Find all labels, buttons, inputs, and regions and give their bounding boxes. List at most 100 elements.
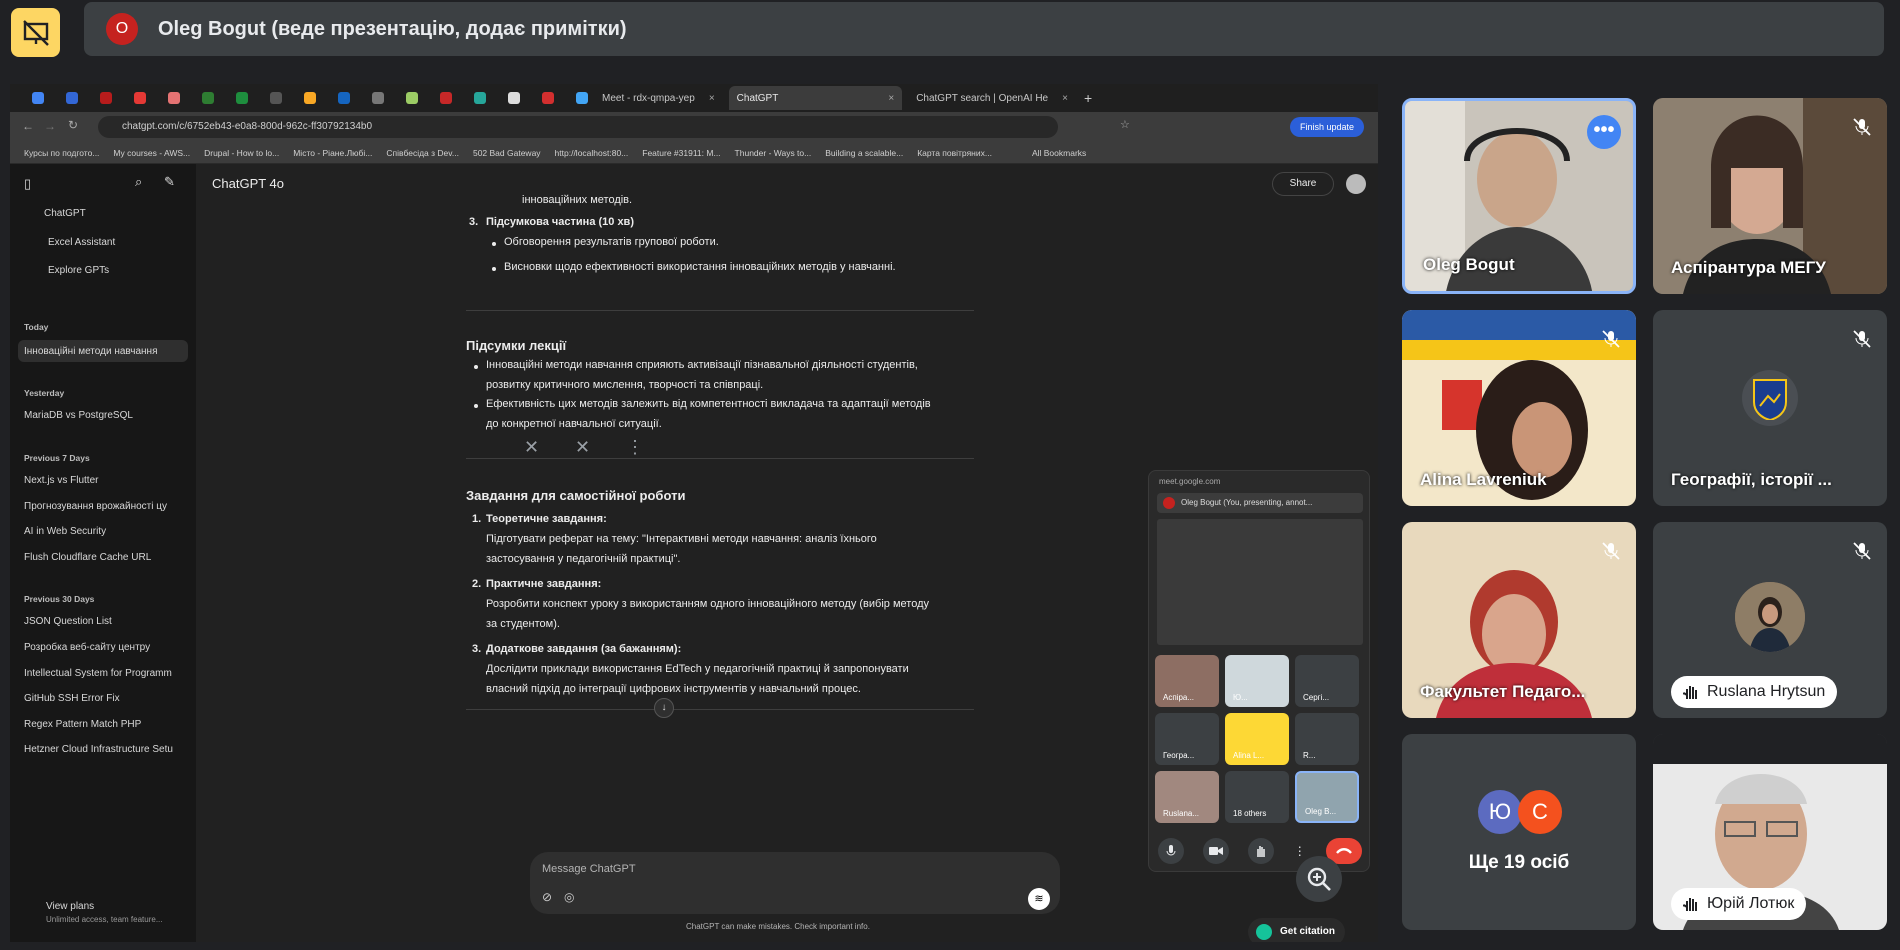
- sidebar-toggle-icon[interactable]: ▯: [24, 176, 31, 192]
- chat-item[interactable]: Regex Pattern Match PHP: [24, 719, 141, 730]
- mini-tile[interactable]: Сергі...: [1295, 655, 1359, 707]
- tab-favicon[interactable]: [304, 92, 316, 104]
- share-button[interactable]: Share: [1272, 172, 1334, 196]
- tab-chatgpt-search[interactable]: ChatGPT search | OpenAI He ×: [908, 86, 1076, 110]
- tab-favicon[interactable]: [202, 92, 214, 104]
- tab-favicon[interactable]: [440, 92, 452, 104]
- participant-tile-oleg-bogut[interactable]: ••• Oleg Bogut: [1402, 98, 1636, 294]
- participant-tile-fakultet[interactable]: Факультет Педаго...: [1402, 522, 1636, 718]
- attach-icon[interactable]: ⊘: [542, 890, 552, 904]
- chat-item[interactable]: Розробка веб-сайту центру: [24, 642, 150, 653]
- bullet: [474, 404, 478, 408]
- tab-favicon[interactable]: [134, 92, 146, 104]
- bookmark-item[interactable]: http://localhost:80...: [555, 148, 629, 158]
- more-options-icon[interactable]: •••: [1587, 115, 1621, 149]
- mic-icon[interactable]: [1158, 838, 1185, 864]
- tab-favicon[interactable]: [66, 92, 78, 104]
- participant-tile-yurii[interactable]: Юрій Лотюк: [1653, 734, 1887, 930]
- content-line: Дослідити приклади використання EdTech у…: [486, 663, 909, 675]
- tab-favicon[interactable]: [338, 92, 350, 104]
- chat-item[interactable]: Next.js vs Flutter: [24, 475, 98, 486]
- mini-tile[interactable]: Геогра...: [1155, 713, 1219, 765]
- chat-item[interactable]: MariaDB vs PostgreSQL: [24, 410, 133, 421]
- participant-tile-alina[interactable]: Alina Lavreniuk: [1402, 310, 1636, 506]
- sidebar-item-explore-gpts[interactable]: Explore GPTs: [48, 265, 109, 276]
- chat-item[interactable]: Інноваційні методи навчання: [24, 346, 158, 357]
- close-icon[interactable]: ×: [1062, 93, 1068, 104]
- tab-favicon[interactable]: [576, 92, 588, 104]
- mini-tile[interactable]: Ruslana...: [1155, 771, 1219, 823]
- bookmark-item[interactable]: Drupal - How to lo...: [204, 148, 279, 158]
- speaker-off-icon[interactable]: ✕: [575, 437, 590, 458]
- globe-icon[interactable]: ◎: [564, 890, 574, 904]
- back-icon[interactable]: ←: [22, 119, 34, 133]
- close-icon[interactable]: ×: [888, 93, 894, 104]
- scroll-down-icon[interactable]: ↓: [654, 698, 674, 718]
- bookmark-item[interactable]: Feature #31911: M...: [642, 148, 720, 158]
- tab-favicon[interactable]: [32, 92, 44, 104]
- participant-tile-geografii[interactable]: Географії, історії ...: [1653, 310, 1887, 506]
- forward-icon[interactable]: →: [44, 119, 56, 133]
- tab-favicon[interactable]: [270, 92, 282, 104]
- chat-item[interactable]: Hetzner Cloud Infrastructure Setu: [24, 744, 173, 755]
- mic-off-icon[interactable]: ✕: [524, 437, 539, 458]
- tab-favicon[interactable]: [372, 92, 384, 104]
- mini-tile[interactable]: R...: [1295, 713, 1359, 765]
- participant-name-pill: Юрій Лотюк: [1671, 888, 1807, 920]
- others-tile[interactable]: Ю С Ще 19 осіб: [1402, 734, 1636, 930]
- mini-tile[interactable]: Oleg B...: [1295, 771, 1359, 823]
- message-input[interactable]: Message ChatGPT: [542, 863, 636, 875]
- new-chat-icon[interactable]: ✎: [164, 174, 175, 190]
- raise-hand-icon[interactable]: [1247, 838, 1274, 864]
- chat-item[interactable]: Intellectual System for Programm: [24, 668, 172, 679]
- chat-item[interactable]: AI in Web Security: [24, 526, 106, 537]
- sidebar-item-chatgpt[interactable]: ChatGPT: [44, 208, 86, 219]
- participant-tile-ruslana[interactable]: Ruslana Hrytsun: [1653, 522, 1887, 718]
- presentation-off-icon[interactable]: [11, 8, 60, 57]
- reload-icon[interactable]: ↻: [68, 118, 78, 132]
- tab-favicon[interactable]: [236, 92, 248, 104]
- bookmark-item[interactable]: My courses - AWS...: [113, 148, 190, 158]
- tab-label: ChatGPT search | OpenAI He: [916, 92, 1049, 104]
- mini-tile[interactable]: Аспіра...: [1155, 655, 1219, 707]
- chat-item[interactable]: Flush Cloudflare Cache URL: [24, 552, 151, 563]
- bookmark-item[interactable]: Співбесіда з Dev...: [386, 148, 459, 158]
- participant-tile-aspirantura[interactable]: Аспірантура МЕГУ: [1653, 98, 1887, 294]
- chat-item[interactable]: GitHub SSH Error Fix: [24, 693, 120, 704]
- view-plans[interactable]: View plans: [46, 901, 94, 912]
- tab-favicon[interactable]: [542, 92, 554, 104]
- tab-favicon[interactable]: [100, 92, 112, 104]
- url-input[interactable]: chatgpt.com/c/6752eb43-e0a8-800d-962c-ff…: [98, 116, 1058, 138]
- new-tab-icon[interactable]: +: [1084, 90, 1092, 106]
- bookmark-star-icon[interactable]: ☆: [1120, 118, 1130, 131]
- camera-icon[interactable]: [1203, 838, 1230, 864]
- zoom-icon[interactable]: [1296, 856, 1342, 902]
- tab-favicon[interactable]: [406, 92, 418, 104]
- finish-update-button[interactable]: Finish update: [1289, 117, 1364, 137]
- chat-item[interactable]: JSON Question List: [24, 616, 112, 627]
- model-selector[interactable]: ChatGPT 4o: [212, 176, 284, 191]
- tab-meet[interactable]: Meet - rdx-qmpa-yep ×: [594, 86, 723, 110]
- mini-tile[interactable]: 18 others: [1225, 771, 1289, 823]
- tab-favicon[interactable]: [168, 92, 180, 104]
- close-icon[interactable]: ×: [709, 93, 715, 104]
- more-vert-icon[interactable]: ⋮: [626, 437, 644, 458]
- tab-chatgpt[interactable]: ChatGPT ×: [728, 86, 903, 110]
- bookmark-item[interactable]: Місто - Ріане.Любі...: [293, 148, 372, 158]
- bookmark-item[interactable]: Курсы по подгото...: [24, 148, 99, 158]
- search-icon[interactable]: ⌕: [135, 174, 142, 190]
- bookmark-item[interactable]: Thunder - Ways to...: [735, 148, 812, 158]
- chat-item[interactable]: Прогнозування врожайності цу: [24, 501, 167, 512]
- voice-mode-icon[interactable]: ≋: [1028, 888, 1050, 910]
- github-tab-icon[interactable]: [508, 92, 520, 104]
- content-line: Обговорення результатів групової роботи.: [504, 236, 719, 248]
- bookmark-item[interactable]: Building a scalable...: [825, 148, 903, 158]
- all-bookmarks[interactable]: All Bookmarks: [1032, 148, 1086, 158]
- avatar[interactable]: [1346, 174, 1366, 194]
- sidebar-item-excel-assistant[interactable]: Excel Assistant: [48, 237, 115, 248]
- tab-favicon[interactable]: [474, 92, 486, 104]
- mini-tile[interactable]: Ю...: [1225, 655, 1289, 707]
- bookmark-item[interactable]: Карта повітряних...: [917, 148, 992, 158]
- mini-tile[interactable]: Alina L...: [1225, 713, 1289, 765]
- bookmark-item[interactable]: 502 Bad Gateway: [473, 148, 541, 158]
